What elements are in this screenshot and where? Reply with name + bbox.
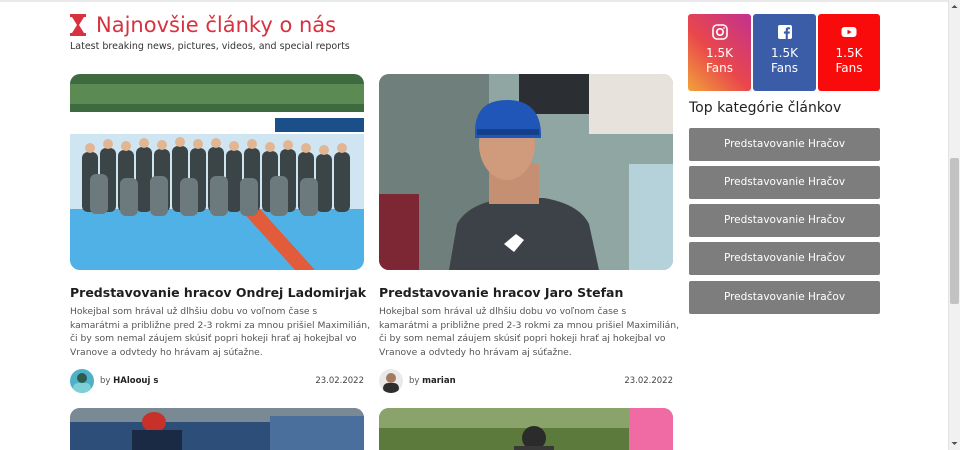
article-image-player-portrait[interactable] [379,74,673,270]
fans-count: 1.5K [771,46,798,60]
article-date: 23.02.2022 [315,376,364,386]
fans-count: 1.5K [835,46,863,60]
category-button[interactable]: Predstavovanie Hračov [689,204,880,237]
scrollbar-thumb[interactable] [950,158,959,304]
article-title[interactable]: Predstavovanie hracov Ondrej Ladomirjak [70,285,366,300]
instagram-icon [711,24,728,40]
article-excerpt: Hokejbal som hrával už dlhšiu dobu vo vo… [70,306,371,358]
category-button[interactable]: Predstavovanie Hračov [689,128,880,161]
fans-count: 1.5K [706,46,733,60]
article-meta: by HAloouj s 23.02.2022 [70,369,364,393]
youtube-icon [841,27,857,37]
section-subtitle: Latest breaking news, pictures, videos, … [70,41,350,52]
category-button[interactable]: Predstavovanie Hračov [689,281,880,314]
article-card[interactable]: Predstavovanie hracov Ondrej Ladomirjak … [70,74,370,394]
article-image[interactable] [379,408,673,450]
hourglass-icon [70,14,86,36]
section-header: Najnovšie články o nás [70,13,336,37]
categories-title: Top kategórie článkov [689,100,842,116]
section-title: Najnovšie články o nás [96,13,337,37]
instagram-fans-button[interactable]: 1.5K Fans [688,14,751,91]
scroll-down-arrow-icon[interactable] [950,439,959,448]
article-card[interactable] [70,408,364,450]
fans-label: Fans [770,61,798,75]
top-divider [0,0,948,2]
article-card[interactable] [379,408,673,450]
article-title[interactable]: Predstavovanie hracov Jaro Stefan [379,285,623,300]
fans-label: Fans [835,61,863,75]
avatar[interactable] [379,369,403,393]
facebook-icon [777,25,792,39]
article-meta: by marian 23.02.2022 [379,369,673,393]
article-image[interactable] [70,408,364,450]
category-button[interactable]: Predstavovanie Hračov [689,242,880,275]
article-excerpt: Hokejbal som hrával už dlhšiu dobu vo vo… [379,306,680,358]
scroll-up-arrow-icon[interactable] [950,2,959,11]
facebook-fans-button[interactable]: 1.5K Fans [753,14,816,91]
article-date: 23.02.2022 [624,376,673,386]
youtube-fans-button[interactable]: 1.5K Fans [818,14,880,91]
article-image-team-photo[interactable] [70,74,364,270]
category-button[interactable]: Predstavovanie Hračov [689,166,880,199]
article-author[interactable]: by marian [409,376,456,386]
article-author[interactable]: by HAloouj s [100,376,158,386]
fans-label: Fans [705,61,733,75]
article-card[interactable]: Predstavovanie hracov Jaro Stefan Hokejb… [379,74,679,394]
avatar[interactable] [70,369,94,393]
